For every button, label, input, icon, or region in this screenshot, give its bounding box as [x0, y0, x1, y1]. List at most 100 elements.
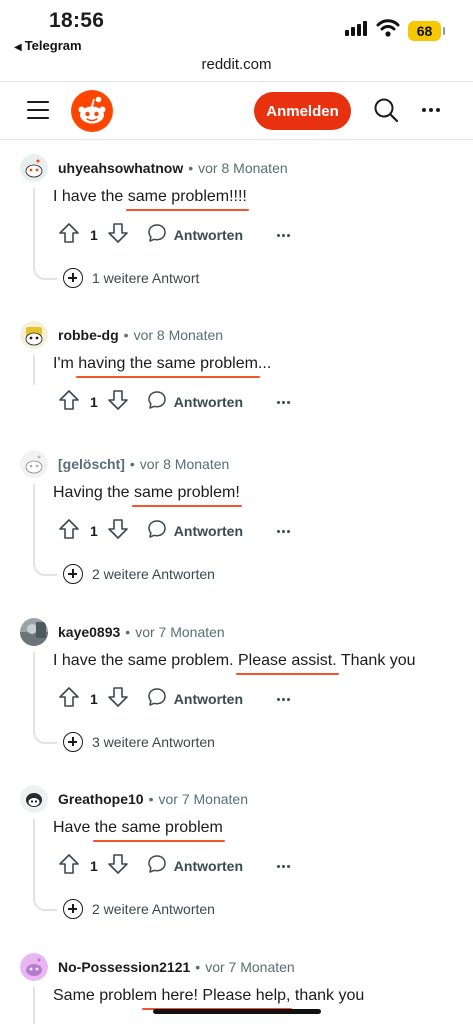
user-avatar[interactable] — [20, 450, 48, 478]
reply-icon — [147, 854, 167, 879]
comment-text-part: Same proble — [53, 987, 144, 1004]
thread-line — [33, 355, 35, 385]
reply-icon — [147, 687, 167, 712]
comment-text: I have the same problem!!!! — [53, 188, 247, 206]
underlined-text: m here! Please help, — [143, 987, 291, 1004]
reply-button[interactable]: Antworten — [147, 223, 243, 248]
comment-text-part: Have — [53, 819, 95, 836]
username[interactable]: No-Possession2121 — [58, 959, 190, 975]
more-replies-button[interactable]: 2 weitere Antworten — [63, 564, 215, 584]
comment-more-icon[interactable] — [277, 233, 291, 237]
home-indicator[interactable] — [153, 1009, 321, 1014]
vote-count: 1 — [90, 394, 98, 410]
reply-label: Antworten — [173, 691, 244, 707]
more-replies-button[interactable]: 3 weitere Antworten — [63, 732, 215, 752]
comment-more-icon[interactable] — [277, 697, 291, 701]
more-replies-button[interactable]: 1 weitere Antwort — [63, 268, 199, 288]
upvote-icon[interactable] — [58, 686, 80, 713]
search-icon[interactable] — [373, 97, 399, 123]
vote-count: 1 — [90, 227, 98, 243]
thread-connector — [33, 562, 57, 576]
underlined-text: the same problem — [94, 819, 223, 836]
thread-connector — [33, 730, 57, 744]
menu-icon[interactable] — [27, 101, 49, 119]
cellular-signal-icon — [345, 21, 367, 36]
upvote-icon[interactable] — [58, 853, 80, 880]
comment-meta: [gelöscht] • vor 8 Monaten — [58, 456, 229, 472]
comment-timestamp: vor 7 Monaten — [158, 791, 249, 807]
comment-text: Have the same problem — [53, 819, 223, 837]
username[interactable]: robbe-dg — [58, 327, 119, 343]
comment-text-part: I'm — [53, 355, 79, 372]
comment-text-part: thank you — [290, 987, 365, 1004]
meta-separator: • — [129, 456, 135, 472]
site-header: Anmelden — [0, 82, 473, 140]
comment-timestamp: vor 8 Monaten — [133, 327, 224, 343]
downvote-icon[interactable] — [107, 853, 129, 880]
back-to-app-link[interactable]: ◀ Telegram — [14, 38, 82, 53]
comment-more-icon[interactable] — [277, 400, 291, 404]
downvote-icon[interactable] — [107, 389, 129, 416]
comment-timestamp: vor 8 Monaten — [198, 160, 288, 176]
username[interactable]: [gelöscht] — [58, 456, 125, 472]
expand-plus-icon — [63, 732, 83, 752]
downvote-icon[interactable] — [107, 518, 129, 545]
login-button[interactable]: Anmelden — [254, 92, 351, 130]
expand-plus-icon — [63, 899, 83, 919]
comment-actions: 1 Antworten — [58, 389, 291, 416]
reply-label: Antworten — [173, 858, 244, 874]
username[interactable]: uhyeahsowhatnow — [58, 160, 183, 176]
comment-meta: uhyeahsowhatnow • vor 8 Monaten — [58, 160, 288, 176]
more-replies-button[interactable]: 2 weitere Antworten — [63, 899, 215, 919]
reply-button[interactable]: Antworten — [147, 390, 243, 415]
more-options-icon[interactable] — [422, 108, 440, 112]
username[interactable]: Greathope10 — [58, 791, 144, 807]
thread-line — [33, 987, 35, 1024]
reply-button[interactable]: Antworten — [147, 854, 243, 879]
clock: 18:56 — [49, 9, 105, 32]
comment-text: I'm having the same problem... — [53, 355, 271, 373]
upvote-icon[interactable] — [58, 389, 80, 416]
comment-more-icon[interactable] — [277, 529, 291, 533]
vote-count: 1 — [90, 858, 98, 874]
wifi-icon — [376, 19, 400, 37]
comment-timestamp: vor 7 Monaten — [135, 624, 225, 640]
upvote-icon[interactable] — [58, 222, 80, 249]
comment-text: I have the same problem. Please assist. … — [53, 652, 416, 670]
reply-label: Antworten — [173, 394, 244, 410]
downvote-icon[interactable] — [107, 222, 129, 249]
more-replies-label: 1 weitere Antwort — [92, 270, 200, 286]
user-avatar[interactable] — [20, 953, 48, 981]
reply-icon — [147, 390, 167, 415]
reply-icon — [147, 223, 167, 248]
meta-separator: • — [125, 624, 131, 640]
meta-separator: • — [188, 160, 194, 176]
underlined-text: Please assist. — [237, 652, 337, 669]
meta-separator: • — [195, 959, 201, 975]
upvote-icon[interactable] — [58, 518, 80, 545]
comment-meta: Greathope10 • vor 7 Monaten — [58, 791, 248, 807]
user-avatar[interactable] — [20, 618, 48, 646]
comment-text-part: Having the — [53, 484, 134, 501]
comment-text: Same problem here! Please help, thank yo… — [53, 987, 364, 1005]
downvote-icon[interactable] — [107, 686, 129, 713]
user-avatar[interactable] — [20, 154, 48, 182]
address-bar[interactable]: reddit.com — [0, 56, 473, 82]
underlined-text: same problem! — [133, 484, 240, 501]
more-replies-label: 3 weitere Antworten — [92, 734, 215, 750]
reply-button[interactable]: Antworten — [147, 519, 243, 544]
vote-count: 1 — [90, 691, 98, 707]
status-bar: 18:56 ◀ Telegram 68 — [0, 0, 473, 56]
user-avatar[interactable] — [20, 321, 48, 349]
comment-meta: No-Possession2121 • vor 7 Monaten — [58, 959, 295, 975]
reddit-logo-icon[interactable] — [71, 90, 113, 132]
comment-more-icon[interactable] — [277, 864, 291, 868]
reply-button[interactable]: Antworten — [147, 687, 243, 712]
meta-separator: • — [148, 791, 154, 807]
thread-line — [33, 819, 35, 901]
more-replies-label: 2 weitere Antworten — [92, 566, 215, 582]
username[interactable]: kaye0893 — [58, 624, 120, 640]
user-avatar[interactable] — [20, 785, 48, 813]
thread-line — [33, 484, 35, 566]
comment-actions: 1 Antworten — [58, 518, 291, 545]
